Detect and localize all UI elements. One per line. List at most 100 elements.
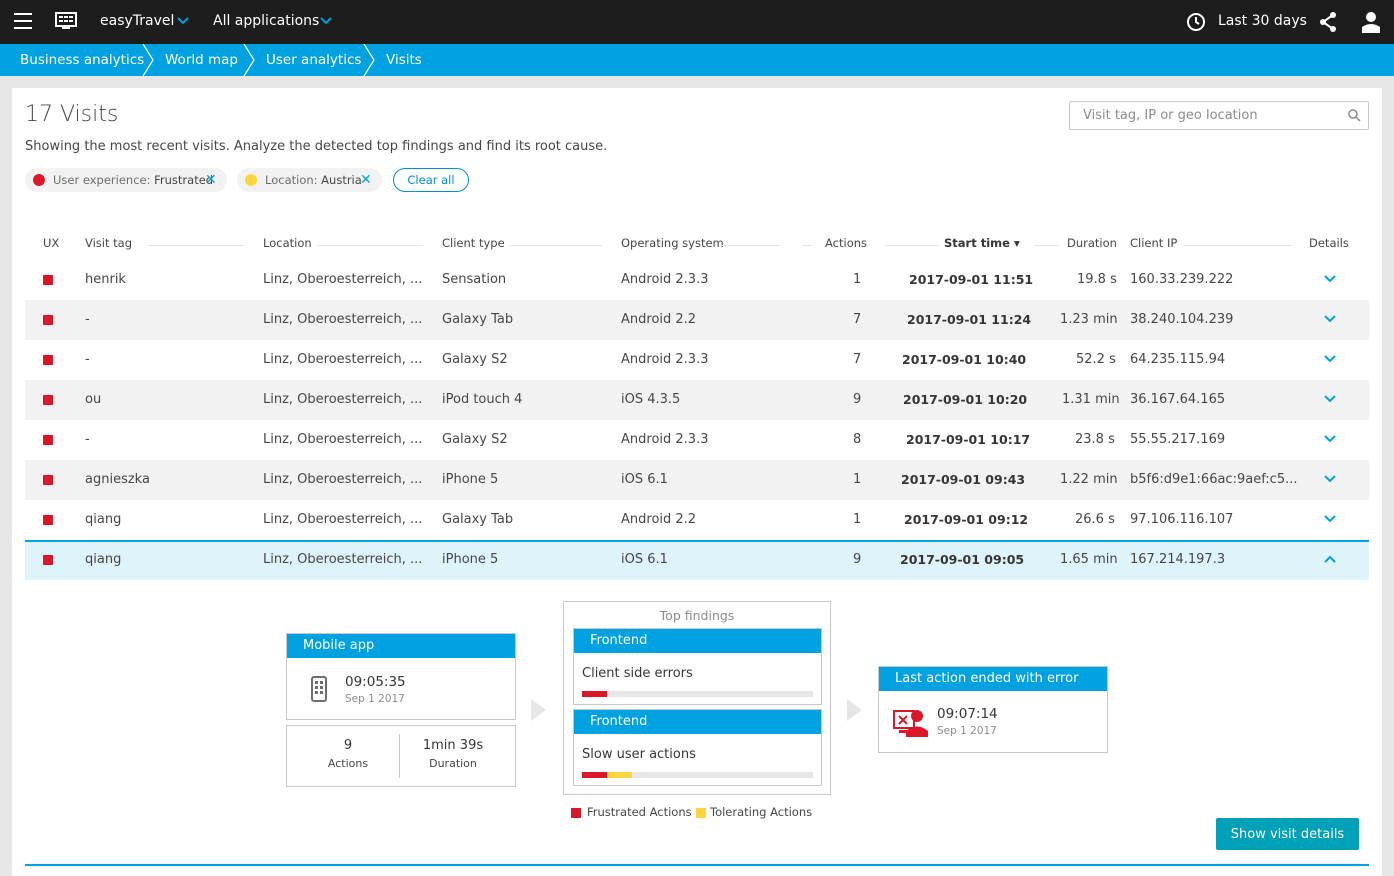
search-input[interactable] — [1070, 102, 1340, 129]
user-icon[interactable] — [1362, 11, 1380, 33]
remove-filter-icon[interactable]: ✕ — [360, 168, 372, 192]
show-visit-details-button[interactable]: Show visit details — [1216, 818, 1359, 850]
client-type: Galaxy Tab — [442, 312, 514, 327]
location: Linz, Oberoesterreich, ... — [263, 312, 423, 327]
chevron-down-icon[interactable] — [1322, 311, 1338, 327]
frustrated-status-icon — [43, 515, 53, 525]
chevron-down-icon[interactable] — [319, 13, 333, 27]
header-divider — [802, 245, 812, 246]
last-action-panel[interactable]: Last action ended with error 09:07:14 Se… — [878, 666, 1108, 753]
operating-system: iOS 4.3.5 — [621, 392, 681, 407]
environment-selector[interactable]: easyTravel — [100, 13, 174, 29]
breadcrumb-separator-icon — [142, 44, 154, 76]
header-divider — [317, 245, 423, 246]
column-header-client-ip[interactable]: Client IP — [1130, 236, 1177, 250]
breadcrumb-world-map[interactable]: World map — [165, 44, 238, 76]
table-row[interactable]: qiang Linz, Oberoesterreich, ... Galaxy … — [25, 500, 1369, 540]
finding-card[interactable]: Frontend Slow user actions — [573, 709, 822, 786]
duration-value: 1min 39s — [422, 738, 484, 753]
breadcrumb-business-analytics[interactable]: Business analytics — [20, 44, 144, 76]
start-time: 2017-09-01 10:40 — [902, 352, 1027, 367]
client-ip: 55.55.217.169 — [1130, 432, 1226, 447]
table-row[interactable]: - Linz, Oberoesterreich, ... Galaxy S2 A… — [25, 340, 1369, 380]
clock-icon[interactable] — [1186, 12, 1206, 32]
finding-progress-bar — [582, 691, 813, 697]
tolerating-legend-swatch — [696, 808, 706, 818]
application-selector[interactable]: All applications — [213, 13, 319, 29]
chevron-down-icon[interactable] — [1322, 351, 1338, 367]
duration-label: Duration — [429, 757, 477, 770]
chevron-down-icon[interactable] — [1322, 511, 1338, 527]
menu-icon[interactable] — [14, 13, 32, 29]
column-header-ux: UX — [43, 236, 60, 250]
header-divider — [1184, 245, 1292, 246]
breadcrumb-visits[interactable]: Visits — [386, 44, 422, 76]
operating-system: iOS 6.1 — [621, 472, 668, 487]
header-divider — [885, 245, 939, 246]
tolerating-dot-icon — [245, 174, 257, 186]
location: Linz, Oberoesterreich, ... — [263, 472, 423, 487]
search-icon[interactable] — [1348, 109, 1361, 122]
chevron-down-icon[interactable] — [176, 13, 190, 27]
duration: 1.22 min — [1060, 472, 1118, 487]
start-time: 2017-09-01 09:05 — [900, 552, 1025, 567]
finding-card[interactable]: Frontend Client side errors — [573, 628, 822, 705]
column-header-client-type[interactable]: Client type — [442, 236, 505, 250]
column-header-operating-system[interactable]: Operating system — [621, 236, 724, 250]
location: Linz, Oberoesterreich, ... — [263, 512, 423, 527]
table-row[interactable]: - Linz, Oberoesterreich, ... Galaxy S2 A… — [25, 420, 1369, 460]
table-row[interactable]: henrik Linz, Oberoesterreich, ... Sensat… — [25, 260, 1369, 300]
actions-count: 9 — [853, 392, 862, 407]
location: Linz, Oberoesterreich, ... — [263, 392, 423, 407]
client-type: iPhone 5 — [442, 472, 499, 487]
visit-stats-panel: 9 Actions 1min 39s Duration — [286, 725, 516, 787]
frustrated-status-icon — [43, 475, 53, 485]
remove-filter-icon[interactable]: ✕ — [205, 168, 217, 192]
frustrated-status-icon — [43, 435, 53, 445]
operating-system: Android 2.3.3 — [621, 272, 709, 287]
top-findings-title: Top findings — [659, 608, 735, 623]
chevron-down-icon[interactable] — [1322, 471, 1338, 487]
column-header-visit-tag[interactable]: Visit tag — [85, 236, 132, 250]
search-box — [1069, 101, 1369, 130]
actions-count: 1 — [853, 512, 862, 527]
chevron-down-icon[interactable] — [1322, 271, 1338, 287]
finding-head: Frontend — [574, 710, 821, 734]
frustrated-status-icon — [43, 555, 53, 565]
frustrated-segment — [582, 691, 607, 697]
client-ip: 167.214.197.3 — [1130, 552, 1226, 567]
client-ip: 38.240.104.239 — [1130, 312, 1234, 327]
location: Linz, Oberoesterreich, ... — [263, 272, 423, 287]
visit-tag: - — [85, 312, 90, 327]
table-row[interactable]: agnieszka Linz, Oberoesterreich, ... iPh… — [25, 460, 1369, 500]
chevron-down-icon[interactable] — [1322, 431, 1338, 447]
column-header-location[interactable]: Location — [263, 236, 312, 250]
chevron-up-icon[interactable] — [1322, 551, 1338, 567]
breadcrumb: Business analytics World map User analyt… — [0, 44, 1394, 76]
share-icon[interactable] — [1318, 11, 1338, 33]
column-header-duration[interactable]: Duration — [1067, 236, 1117, 250]
client-ip: b5f6:d9e1:66ac:9aef:c5... — [1130, 472, 1298, 487]
duration: 1.31 min — [1062, 392, 1120, 407]
table-row[interactable]: ou Linz, Oberoesterreich, ... iPod touch… — [25, 380, 1369, 420]
operating-system: Android 2.3.3 — [621, 432, 709, 447]
start-time: 2017-09-01 09:12 — [904, 512, 1029, 527]
location: Linz, Oberoesterreich, ... — [263, 432, 423, 447]
breadcrumb-user-analytics[interactable]: User analytics — [266, 44, 361, 76]
timeframe-selector[interactable]: Last 30 days — [1218, 13, 1307, 29]
table-row-selected[interactable]: qiang Linz, Oberoesterreich, ... iPhone … — [25, 540, 1369, 580]
operating-system: Android 2.2 — [621, 512, 697, 527]
finding-label: Slow user actions — [582, 747, 696, 762]
column-header-start-time[interactable]: Start time ▾ — [944, 236, 1020, 250]
client-ip: 160.33.239.222 — [1130, 272, 1234, 287]
filter-label: Location: — [265, 173, 318, 187]
operating-system: iOS 6.1 — [621, 552, 668, 567]
column-header-actions[interactable]: Actions — [825, 236, 867, 250]
actions-count: 8 — [853, 432, 862, 447]
duration: 1.65 min — [1060, 552, 1118, 567]
visit-tag: agnieszka — [85, 472, 150, 487]
table-row[interactable]: - Linz, Oberoesterreich, ... Galaxy Tab … — [25, 300, 1369, 340]
clear-all-button[interactable]: Clear all — [393, 168, 469, 192]
header-divider — [148, 245, 244, 246]
chevron-down-icon[interactable] — [1322, 391, 1338, 407]
